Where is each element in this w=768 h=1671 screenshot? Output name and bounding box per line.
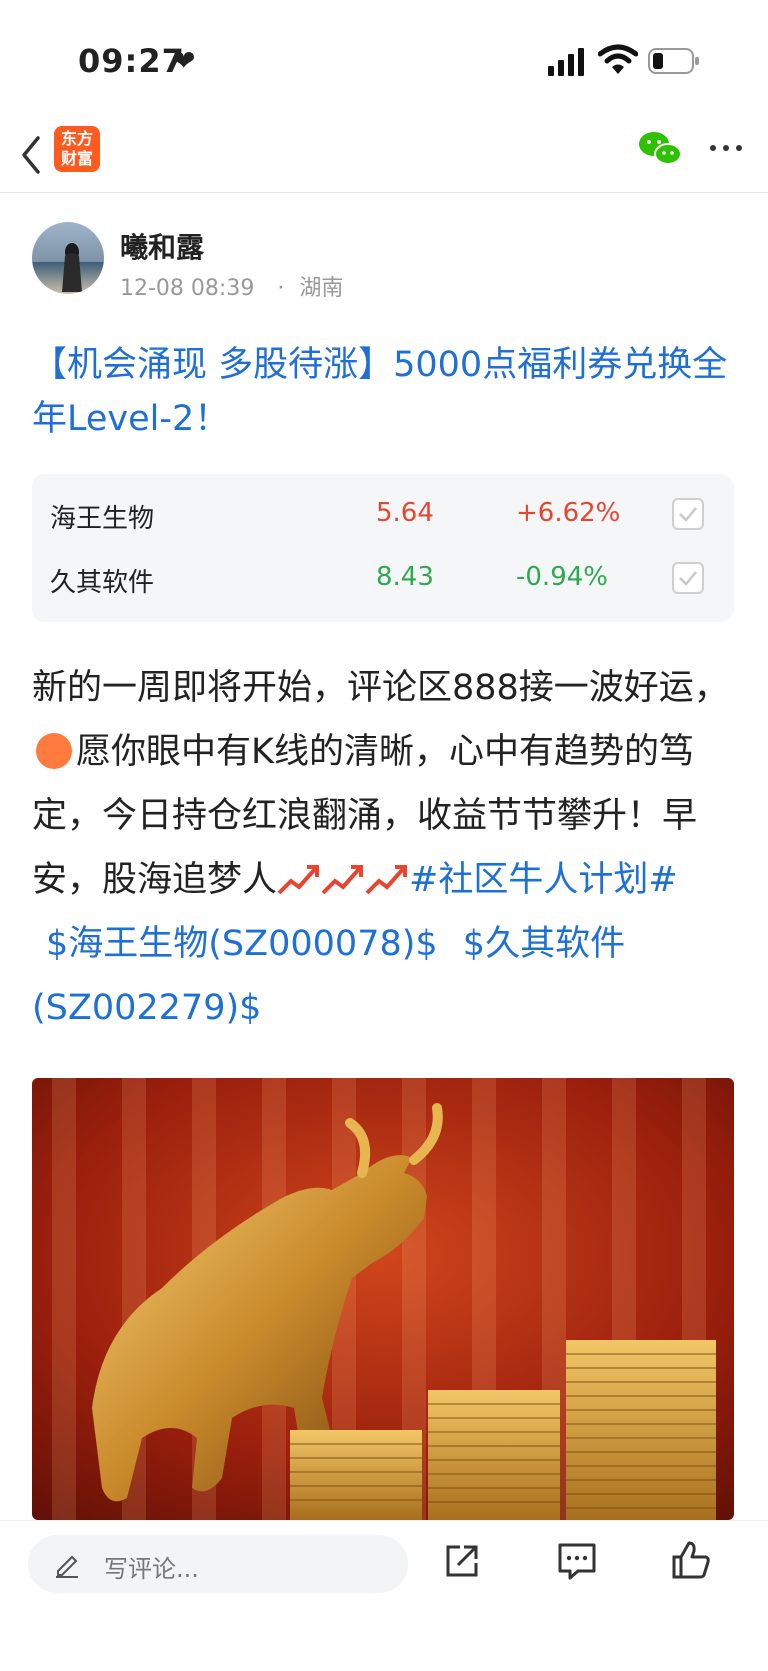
app-logo[interactable]: 东方 财富	[54, 126, 100, 172]
stock-name: 海王生物	[50, 504, 155, 534]
stock-name: 久其软件	[50, 568, 155, 598]
status-time: 09:27	[78, 42, 185, 80]
post-location: 湖南	[299, 276, 344, 301]
logo-text-1: 东方	[60, 129, 93, 148]
post-author: 曦和露 12-08 08:39 · 湖南	[32, 222, 732, 302]
trend-up-icon	[365, 865, 408, 895]
trend-up-icon	[277, 865, 320, 895]
heart-icon: ❤	[172, 44, 196, 77]
stock-change: +6.62%	[516, 498, 621, 528]
check-icon	[679, 571, 697, 586]
comment-icon[interactable]	[556, 1541, 598, 1581]
author-name[interactable]: 曦和露	[120, 226, 204, 266]
thinking-emoji-icon	[36, 733, 72, 769]
post-image[interactable]	[32, 1078, 734, 1520]
logo-text-2: 财富	[60, 149, 93, 168]
nav-bar: 东方 财富	[0, 120, 768, 193]
body-text: 新的一周即将开始，评论区888接一波好运，	[32, 668, 729, 708]
more-icon[interactable]	[708, 138, 744, 158]
pen-icon	[56, 1555, 78, 1578]
add-watchlist-checkbox[interactable]	[672, 562, 704, 594]
post-time: 12-08 08:39	[120, 276, 255, 301]
stock-row[interactable]: 海王生物 5.64 +6.62%	[32, 482, 734, 548]
stock-change: -0.94%	[516, 562, 608, 592]
post-title[interactable]: 【机会涌现 多股待涨】5000点福利券兑换全年Level-2！	[32, 338, 740, 446]
bottom-action-bar: 写评论...	[0, 1520, 768, 1671]
post-body: 新的一周即将开始，评论区888接一波好运， 愿你眼中有K线的清晰，心中有趋势的笃…	[32, 656, 742, 1040]
add-watchlist-checkbox[interactable]	[672, 498, 704, 530]
stock-price: 5.64	[376, 498, 434, 528]
avatar[interactable]	[32, 222, 104, 294]
comment-placeholder: 写评论...	[104, 1555, 199, 1583]
related-stocks: 海王生物 5.64 +6.62% 久其软件 8.43 -0.94%	[32, 474, 734, 622]
meta-separator: ·	[277, 276, 285, 301]
wifi-icon	[598, 44, 638, 74]
topic-link[interactable]: #社区牛人计划#	[409, 860, 678, 900]
stock-price: 8.43	[376, 562, 434, 592]
stock-row[interactable]: 久其软件 8.43 -0.94%	[32, 546, 734, 612]
post-meta: 12-08 08:39 · 湖南	[120, 270, 343, 302]
back-icon[interactable]	[16, 132, 46, 178]
stock-link[interactable]: $海王生物(SZ000078)$	[46, 924, 438, 964]
trend-up-icon	[321, 865, 364, 895]
check-icon	[679, 507, 697, 522]
signal-icon	[548, 48, 584, 76]
battery-icon	[648, 48, 699, 74]
status-bar: 09:27 ❤	[0, 0, 768, 120]
wechat-icon[interactable]	[638, 130, 682, 168]
comment-input[interactable]: 写评论...	[28, 1535, 408, 1593]
share-icon[interactable]	[442, 1541, 482, 1581]
thumbs-up-icon[interactable]	[670, 1539, 712, 1581]
